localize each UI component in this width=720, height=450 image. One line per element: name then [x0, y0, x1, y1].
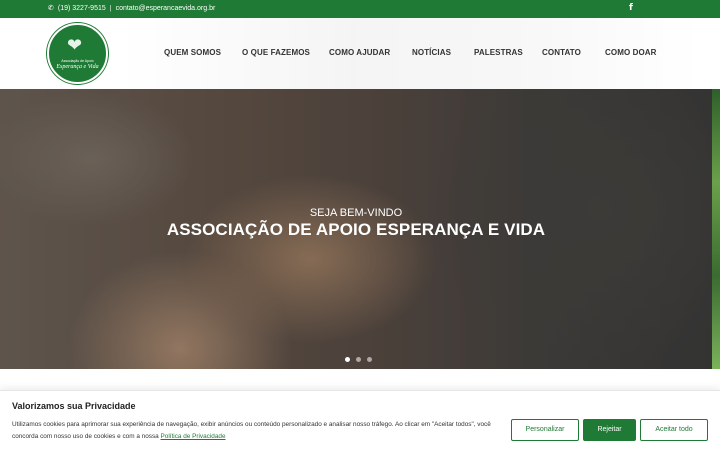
reject-button[interactable]: Rejeitar: [583, 419, 636, 441]
slider-dot-3[interactable]: [367, 357, 372, 362]
contact-separator: |: [109, 4, 112, 12]
hero-subtitle: SEJA BEM-VINDO: [309, 207, 403, 219]
nav-item-como-doar[interactable]: COMO DOAR: [605, 48, 657, 57]
top-bar: ✆ (19) 3227-9515 | contato@esperancaevid…: [0, 0, 720, 18]
next-slide-edge: [712, 89, 720, 369]
phone-icon: ✆: [48, 5, 54, 12]
customize-button[interactable]: Personalizar: [511, 419, 579, 441]
facebook-icon[interactable]: f: [629, 3, 633, 13]
nav-item-o-que-fazemos[interactable]: O QUE FAZEMOS: [242, 48, 310, 57]
logo-line-2: Esperança e Vida: [56, 64, 99, 70]
contact-info: ✆ (19) 3227-9515 | contato@esperancaevid…: [48, 4, 216, 13]
hero-title: ASSOCIAÇÃO DE APOIO ESPERANÇA E VIDA: [166, 220, 546, 239]
slider-dot-2[interactable]: [356, 357, 361, 362]
hero-slider[interactable]: SEJA BEM-VINDO ASSOCIAÇÃO DE APOIO ESPER…: [0, 89, 712, 369]
accept-all-button[interactable]: Aceitar todo: [640, 419, 708, 441]
privacy-policy-link[interactable]: Política de Privacidade: [161, 433, 226, 440]
cookie-description: Utilizamos cookies para aprimorar sua ex…: [12, 421, 491, 440]
slider-dots: [345, 357, 372, 362]
nav-item-palestras[interactable]: PALESTRAS: [474, 48, 523, 57]
nav-item-contato[interactable]: CONTATO: [542, 48, 581, 57]
nav-item-quem-somos[interactable]: QUEM SOMOS: [164, 48, 221, 57]
phone-number[interactable]: (19) 3227-9515: [58, 5, 106, 12]
nav-item-como-ajudar[interactable]: COMO AJUDAR: [329, 48, 390, 57]
main-nav: QUEM SOMOS O QUE FAZEMOS COMO AJUDAR NOT…: [0, 48, 720, 60]
nav-item-noticias[interactable]: NOTÍCIAS: [412, 48, 451, 57]
cookie-banner: Valorizamos sua Privacidade Utilizamos c…: [0, 390, 720, 450]
contact-email[interactable]: contato@esperancaevida.org.br: [116, 5, 216, 12]
cookie-title: Valorizamos sua Privacidade: [12, 401, 136, 411]
slider-dot-1[interactable]: [345, 357, 350, 362]
cookie-text: Utilizamos cookies para aprimorar sua ex…: [12, 419, 512, 443]
